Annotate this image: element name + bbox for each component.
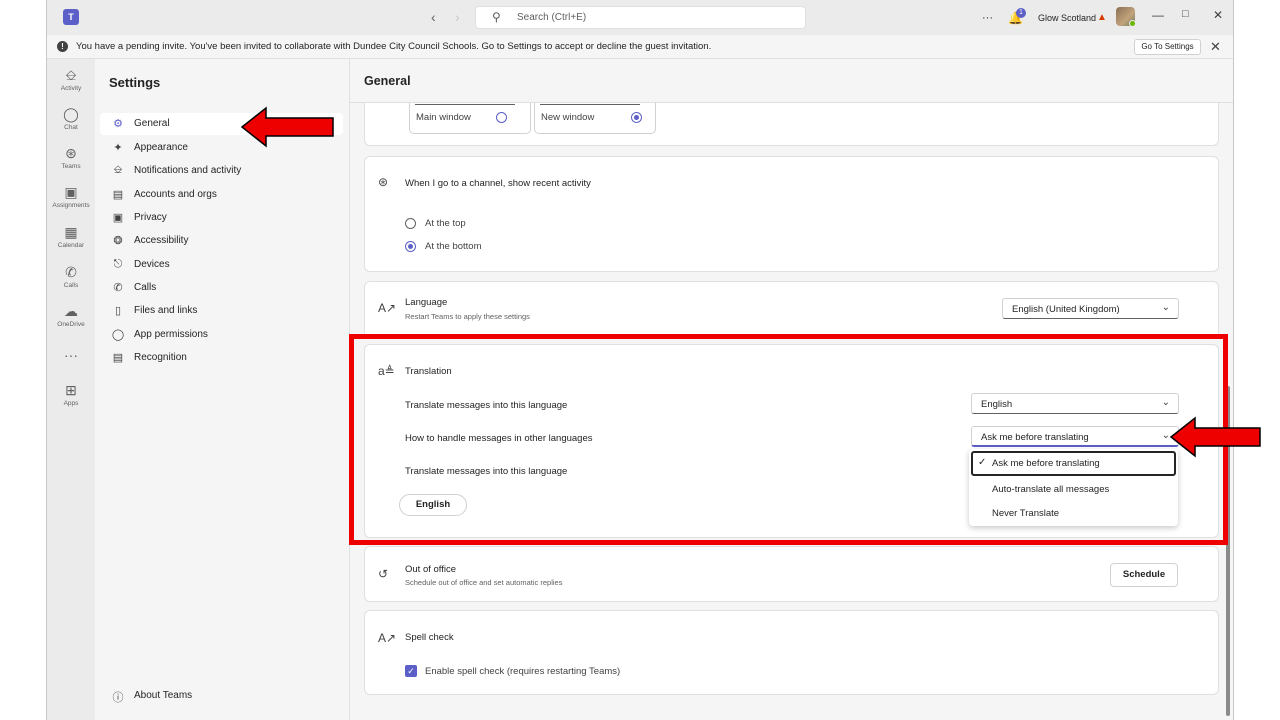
new-window-option[interactable]: New window [534,102,656,134]
spell-check-checkbox[interactable]: ✓ [405,665,417,677]
search-input[interactable]: ⚲ Search (Ctrl+E) [475,6,806,29]
phone-icon: ✆ [113,282,123,294]
sidebar-title: Settings [109,75,161,90]
plus-box-icon: ⊞ [65,382,77,398]
maximize-icon[interactable]: □ [1182,8,1189,20]
back-arrow-icon[interactable]: ‹ [431,9,436,25]
shield-icon: ◯ [111,329,125,341]
spell-check-icon: A↗ [378,631,397,645]
channel-activity-card: ⊛ When I go to a channel, show recent ac… [364,156,1219,272]
out-of-office-icon: ↺ [378,567,389,581]
out-of-office-card: ↺ Out of office Schedule out of office a… [364,546,1219,602]
sidebar-item-accounts[interactable]: ▤ Accounts and orgs [100,184,343,206]
chevron-down-icon: ⌄ [1161,397,1170,408]
preview-bar [415,104,515,105]
sidebar-item-files[interactable]: ▯ Files and links [100,300,343,322]
language-icon: A↗ [378,301,397,315]
sidebar-item-accessibility[interactable]: ❂ Accessibility [100,230,343,252]
chat-icon: ◯ [63,106,79,122]
banner-message: You have a pending invite. You've been i… [76,41,712,52]
translate-language-select[interactable]: English ⌄ [971,393,1179,414]
phone-icon: ✆ [65,264,77,280]
rail-item-calendar[interactable]: ▦ Calendar [47,224,95,249]
rail-item-teams[interactable]: ⊛ Teams [47,145,95,170]
calendar-icon: ▦ [64,224,78,240]
schedule-button[interactable]: Schedule [1110,563,1178,587]
menu-item-auto-translate[interactable]: Auto-translate all messages [969,477,1178,501]
minimize-icon[interactable]: — [1152,8,1164,22]
search-placeholder: Search (Ctrl+E) [517,12,587,23]
info-circle-icon: ⓘ [112,692,124,704]
page-title: General [364,74,411,88]
sidebar-item-privacy[interactable]: ▣ Privacy [100,207,343,229]
at-the-top-radio[interactable] [405,218,416,229]
sidebar-item-app-permissions[interactable]: ◯ App permissions [100,324,343,346]
rail-item-onedrive[interactable]: ☁ OneDrive [47,303,95,328]
search-icon: ⚲ [492,10,501,24]
settings-content: General Main window New window ⊛ When I … [350,59,1233,720]
rail-item-chat[interactable]: ◯ Chat [47,106,95,131]
info-icon: ! [57,41,68,52]
warning-icon: ▲ [1097,12,1107,23]
app-rail: ⎒ Activity ◯ Chat ⊛ Teams ▣ Assignments … [47,59,95,720]
teams-window: T ‹ › ⚲ Search (Ctrl+E) ··· 🔔 1 Glow Sco… [46,0,1234,720]
checkmark-icon: ✓ [978,457,987,468]
accessibility-icon: ❂ [113,235,123,247]
teams-people-icon: ⊛ [378,175,389,189]
annotation-arrow-left-icon [240,106,334,148]
notification-badge: 1 [1016,8,1026,18]
guest-invite-banner: ! You have a pending invite. You've been… [47,35,1233,59]
main-window-radio[interactable] [496,112,507,123]
go-to-settings-button[interactable]: Go To Settings [1134,39,1201,55]
bell-icon: ⎒ [113,164,123,176]
rail-item-assignments[interactable]: ▣ Assignments [47,184,95,209]
backpack-icon: ▣ [64,184,78,200]
handle-messages-menu: ✓ Ask me before translating Auto-transla… [969,449,1178,526]
close-banner-icon[interactable]: ✕ [1210,39,1221,55]
menu-item-ask-before-translating[interactable]: ✓ Ask me before translating [971,451,1176,476]
translate-icon: a≜ [378,364,395,378]
cloud-icon: ☁ [64,303,78,319]
sidebar-item-recognition[interactable]: ▤ Recognition [100,347,343,369]
rail-item-calls[interactable]: ✆ Calls [47,264,95,289]
title-bar: T ‹ › ⚲ Search (Ctrl+E) ··· 🔔 1 Glow Sco… [47,0,1233,35]
teams-icon: ⊛ [65,145,77,161]
sidebar-item-calls[interactable]: ✆ Calls [100,277,343,299]
bell-icon: ⎒ [65,67,77,83]
file-icon: ▯ [114,305,122,317]
teams-logo-icon: T [63,9,79,25]
spell-check-card: A↗ Spell check ✓ Enable spell check (req… [364,610,1219,695]
close-window-icon[interactable]: ✕ [1213,8,1223,22]
annotation-arrow-right-icon [1169,416,1261,458]
language-card: A↗ Language Restart Teams to apply these… [364,281,1219,339]
wand-icon: ✦ [113,142,123,154]
sidebar-item-devices[interactable]: ⎋ Devices [100,254,343,276]
content-header: General [350,59,1233,103]
about-teams-link[interactable]: ⓘ About Teams [100,685,343,707]
lock-icon: ▣ [112,212,124,224]
more-options-button[interactable]: ··· [982,0,993,35]
sidebar-item-notifications[interactable]: ⎒ Notifications and activity [100,160,343,182]
menu-item-never-translate[interactable]: Never Translate [969,501,1178,525]
gear-icon: ⚙ [113,118,123,130]
forward-arrow-icon[interactable]: › [455,9,460,25]
main-window-option[interactable]: Main window [409,102,531,134]
new-window-radio[interactable] [631,112,642,123]
language-select[interactable]: English (United Kingdom) ⌄ [1002,298,1179,319]
handle-messages-select[interactable]: Ask me before translating ⌄ [971,426,1179,447]
id-card-icon: ▤ [112,189,124,201]
rail-item-apps[interactable]: ⊞ Apps [47,382,95,407]
presence-available-icon [1129,20,1136,27]
rail-more-apps[interactable]: ··· [47,347,95,363]
org-name[interactable]: Glow Scotland [1038,0,1096,35]
chevron-down-icon: ⌄ [1161,302,1170,313]
preview-bar [540,104,640,105]
devices-icon: ⎋ [113,258,123,270]
language-pill-button[interactable]: English [399,494,467,516]
settings-sidebar: Settings ⚙ General ✦ Appearance ⎒ Notifi… [95,59,350,720]
rail-item-activity[interactable]: ⎒ Activity [47,67,95,92]
at-the-bottom-radio[interactable] [405,241,416,252]
recognition-icon: ▤ [112,352,124,364]
